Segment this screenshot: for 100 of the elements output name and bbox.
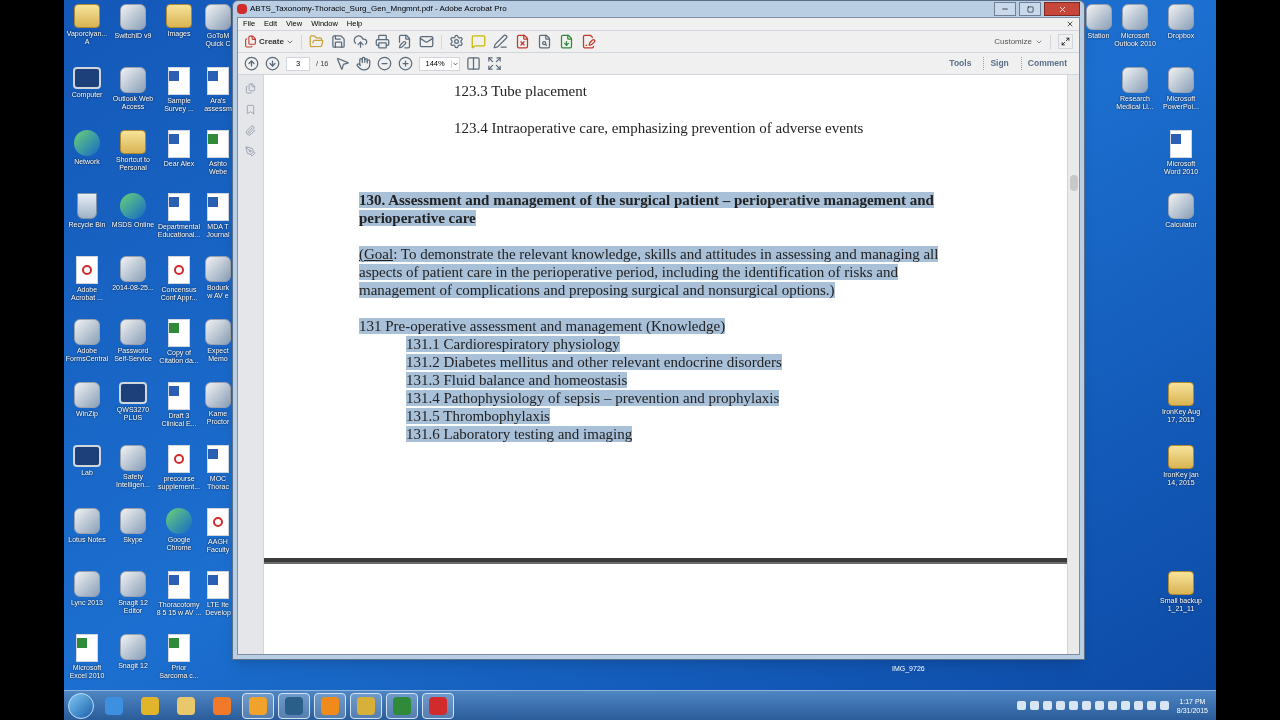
app-icon bbox=[429, 696, 447, 715]
close-icon[interactable] bbox=[1066, 20, 1074, 28]
app-icon bbox=[357, 696, 375, 715]
globe-icon bbox=[120, 193, 146, 219]
minimize-icon bbox=[1001, 5, 1009, 13]
program-icon bbox=[120, 508, 146, 534]
program-icon bbox=[120, 571, 146, 597]
section-heading: 130. Assessment and management of the surgical patient – perioperative management and perioperative care bbox=[359, 191, 935, 227]
hand-tool-icon[interactable] bbox=[355, 56, 371, 71]
pen-icon[interactable] bbox=[492, 34, 508, 49]
settings-icon[interactable] bbox=[448, 34, 464, 49]
caret-icon bbox=[450, 59, 459, 68]
taskbar-button[interactable] bbox=[350, 692, 382, 719]
maximize-icon bbox=[1026, 5, 1034, 13]
app-icon bbox=[321, 696, 339, 715]
zoom-out-icon[interactable] bbox=[376, 56, 392, 71]
computer-icon bbox=[73, 445, 101, 467]
document-x-icon[interactable] bbox=[514, 34, 530, 49]
document-icon bbox=[168, 130, 190, 158]
window-title: ABTS_Taxonomy-Thoracic_Surg_Gen_Mngmnt.pdf - Adobe Acrobat Pro bbox=[250, 3, 507, 15]
folder-icon[interactable] bbox=[308, 34, 324, 49]
document-icon bbox=[168, 193, 190, 221]
pdf-icon bbox=[168, 256, 190, 284]
program-icon bbox=[1168, 4, 1194, 30]
folder-icon bbox=[1168, 445, 1194, 469]
zoom-in-icon[interactable] bbox=[397, 56, 413, 71]
document-search-icon[interactable] bbox=[536, 34, 552, 49]
outline-item: 123.3 Tube placement bbox=[454, 82, 587, 100]
pdf-icon bbox=[168, 445, 190, 473]
cloud-upload-icon[interactable] bbox=[352, 34, 368, 49]
document-icon bbox=[207, 193, 229, 221]
fullscreen-button[interactable] bbox=[1058, 34, 1073, 49]
taskbar-button[interactable] bbox=[242, 692, 274, 719]
next-page-icon[interactable] bbox=[265, 56, 280, 71]
program-icon bbox=[205, 4, 231, 30]
outline-item: 131 Pre-operative assessment and management (Knowledge) bbox=[359, 317, 726, 335]
program-icon bbox=[120, 256, 146, 282]
mail-icon[interactable] bbox=[418, 34, 434, 49]
maximize-button[interactable] bbox=[1019, 2, 1041, 16]
program-icon bbox=[1168, 193, 1194, 219]
folder-icon bbox=[1168, 571, 1194, 595]
trash-icon bbox=[77, 193, 97, 219]
outline-subitem: 131.1 Cardiorespiratory physiology bbox=[406, 335, 620, 353]
program-icon bbox=[120, 445, 146, 471]
program-icon bbox=[205, 319, 231, 345]
scrollbar[interactable] bbox=[1067, 75, 1079, 654]
taskbar-button[interactable] bbox=[386, 692, 418, 719]
program-icon bbox=[120, 634, 146, 660]
save-icon[interactable] bbox=[330, 34, 346, 49]
app-icon bbox=[141, 696, 159, 715]
program-icon bbox=[1085, 4, 1112, 30]
document-icon bbox=[168, 571, 190, 599]
edit-document-icon[interactable] bbox=[396, 34, 412, 49]
pane-tab[interactable]: Comment bbox=[1020, 57, 1073, 70]
fit-page-icon[interactable] bbox=[486, 56, 502, 71]
outline-subitem: 131.6 Laboratory testing and imaging bbox=[406, 425, 633, 443]
spreadsheet-icon bbox=[76, 634, 98, 662]
taskbar-button[interactable] bbox=[422, 692, 454, 719]
document-sign-icon[interactable] bbox=[580, 34, 596, 49]
document-icon bbox=[207, 67, 229, 95]
app-icon bbox=[285, 696, 303, 715]
program-icon bbox=[120, 319, 146, 345]
create-button[interactable]: Create bbox=[244, 35, 294, 48]
computer-icon bbox=[119, 382, 147, 404]
app-icon bbox=[393, 696, 411, 715]
document-icon bbox=[1170, 130, 1192, 158]
goal-paragraph: (Goal: To demonstrate the relevant knowledge, skills and attitudes in assessing and managing all aspects of patient care in the perioperative period, including the identification of risks and management of complications and preposing surgical and nonsurgical options.) bbox=[359, 245, 940, 299]
program-icon bbox=[74, 382, 100, 408]
computer-icon bbox=[73, 67, 101, 89]
previous-page-icon[interactable] bbox=[244, 56, 259, 71]
document-icon bbox=[168, 67, 190, 95]
document-icon bbox=[207, 445, 229, 473]
app-icon bbox=[177, 696, 195, 715]
start-button[interactable] bbox=[68, 692, 94, 719]
pane-tab[interactable]: Tools bbox=[943, 57, 978, 70]
spreadsheet-icon bbox=[168, 634, 190, 662]
folder-icon bbox=[74, 4, 100, 28]
select-tool-icon[interactable] bbox=[334, 56, 350, 71]
taskbar-button[interactable] bbox=[314, 692, 346, 719]
pane-tab[interactable]: Sign bbox=[983, 57, 1015, 70]
outline-subitem: 131.2 Diabetes mellitus and other relevant endocrine disorders bbox=[406, 353, 782, 371]
program-icon bbox=[120, 4, 146, 30]
minimize-button[interactable] bbox=[994, 2, 1016, 16]
app-icon bbox=[213, 696, 231, 715]
taskbar-button[interactable] bbox=[278, 692, 310, 719]
customize-button[interactable]: Customize bbox=[994, 35, 1043, 48]
program-icon bbox=[205, 382, 231, 408]
folder-icon bbox=[120, 130, 146, 154]
outline-subitem: 131.5 Thrombophylaxis bbox=[406, 407, 550, 425]
page-view-icon[interactable] bbox=[465, 56, 481, 71]
app-icon bbox=[249, 696, 267, 715]
outline-subitem: 131.4 Pathophysiology of sepsis – prevention and prophylaxis bbox=[406, 389, 780, 407]
globe-icon bbox=[74, 130, 100, 156]
print-icon[interactable] bbox=[374, 34, 390, 49]
document-download-icon[interactable] bbox=[558, 34, 574, 49]
program-icon bbox=[74, 319, 100, 345]
program-icon bbox=[1168, 67, 1194, 93]
program-icon bbox=[74, 508, 100, 534]
folder-icon bbox=[1168, 382, 1194, 406]
document-icon bbox=[168, 382, 190, 410]
